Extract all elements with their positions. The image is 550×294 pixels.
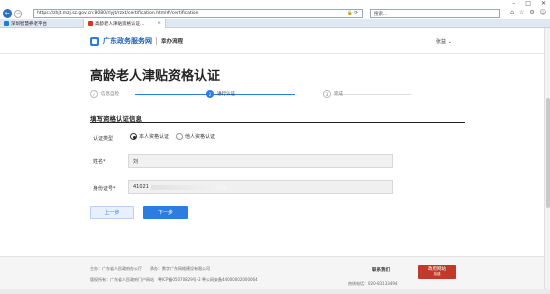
step-number: 2 bbox=[206, 90, 214, 98]
prev-step-button[interactable]: 上一步 bbox=[90, 206, 134, 219]
step-label: 进行认证 bbox=[217, 92, 235, 97]
search-placeholder: 搜索... bbox=[374, 11, 388, 17]
page-title: 高龄老人津贴资格认证 bbox=[90, 69, 221, 84]
tab-smart-elderly[interactable]: 深圳智慧养老平台 bbox=[0, 19, 84, 28]
cert-type-radio-group: 本人资格认证 他人资格认证 bbox=[130, 133, 215, 140]
site-header: 广东政务服务网 幸办流程 张益 ⌄ bbox=[0, 28, 550, 54]
gov-error-report-badge[interactable]: 政府网站 找错 bbox=[418, 265, 456, 279]
step-3: 3 完成 bbox=[323, 90, 343, 98]
star-icon[interactable]: ☆ bbox=[519, 9, 524, 16]
step-2: 2 进行认证 bbox=[206, 90, 235, 98]
id-number-label: 身份证号* bbox=[93, 186, 116, 192]
window-titlebar: – □ ✕ bbox=[0, 0, 550, 8]
chevron-down-icon: ⌄ bbox=[447, 39, 452, 45]
maximize-button[interactable]: □ bbox=[525, 0, 531, 7]
redaction-mask bbox=[150, 184, 226, 190]
radio-self[interactable]: 本人资格认证 bbox=[130, 133, 169, 140]
minimize-button[interactable]: – bbox=[512, 0, 515, 7]
badge-sub: 找错 bbox=[433, 271, 441, 276]
tab-certification[interactable]: 高龄老人津贴资格认证... × bbox=[84, 19, 166, 28]
name-field[interactable]: 刘 bbox=[128, 154, 393, 168]
forward-button[interactable]: → bbox=[14, 9, 22, 18]
user-menu[interactable]: 张益 ⌄ bbox=[436, 38, 452, 45]
site-favicon-icon bbox=[4, 21, 9, 26]
step-1: ✓ 信息自检 bbox=[90, 90, 119, 98]
back-button[interactable]: ← bbox=[3, 9, 12, 18]
close-window-button[interactable]: ✕ bbox=[541, 0, 546, 7]
progress-steps: ✓ 信息自检 2 进行认证 3 完成 bbox=[90, 90, 411, 100]
page-scrollbar[interactable] bbox=[544, 28, 550, 294]
check-icon: ✓ bbox=[90, 90, 98, 98]
logo-divider bbox=[156, 37, 157, 45]
step-number: 3 bbox=[323, 90, 331, 98]
smile-icon[interactable]: ☺ bbox=[540, 9, 546, 16]
name-label: 姓名* bbox=[93, 159, 106, 165]
radio-checked-icon bbox=[130, 133, 137, 140]
user-name: 张益 bbox=[436, 39, 447, 45]
section-divider bbox=[90, 122, 465, 123]
logo-icon bbox=[90, 36, 99, 46]
scrollbar-thumb[interactable] bbox=[546, 98, 550, 208]
address-text: https://zhjt.mzj.sz.gov.cn:8080/rlyjt/rz… bbox=[37, 11, 199, 16]
step-label: 完成 bbox=[334, 92, 343, 97]
close-tab-icon[interactable]: × bbox=[157, 21, 161, 26]
search-input[interactable]: 搜索... bbox=[370, 9, 500, 18]
hotline: 热线电话：020-83133494 bbox=[348, 281, 398, 286]
tab-label: 深圳智慧养老平台 bbox=[11, 21, 47, 27]
step-label: 信息自检 bbox=[101, 92, 119, 97]
step-line-todo bbox=[333, 94, 411, 95]
footer-sponsor: 主办：广东省人民政府办公厅 承办：数字广东网络建设有限公司 bbox=[90, 266, 210, 271]
site-logo[interactable]: 广东政务服务网 幸办流程 bbox=[90, 36, 183, 46]
site-favicon-icon bbox=[88, 21, 93, 26]
address-row: ← → https://zhjt.mzj.sz.gov.cn:8080/rlyj… bbox=[0, 8, 550, 19]
brand-name: 广东政务服务网 bbox=[103, 37, 152, 45]
name-value: 刘 bbox=[133, 158, 139, 165]
footer-copyright: 版权所有：广东省人民政府门户网站 粤ICP备05070829号-2 粤公网安备4… bbox=[90, 277, 258, 282]
gear-icon[interactable]: ⚙ bbox=[529, 9, 534, 16]
address-bar[interactable]: https://zhjt.mzj.sz.gov.cn:8080/rlyjt/rz… bbox=[33, 9, 363, 18]
radio-other[interactable]: 他人资格认证 bbox=[176, 133, 215, 140]
tab-strip: 深圳智慧养老平台 高龄老人津贴资格认证... × bbox=[0, 19, 550, 28]
window-controls: – □ ✕ bbox=[512, 0, 546, 7]
radio-unchecked-icon bbox=[176, 133, 184, 140]
next-step-button[interactable]: 下一步 bbox=[143, 206, 188, 219]
id-number-value: 41021 bbox=[133, 184, 149, 190]
contact-link[interactable]: 联系我们 bbox=[372, 267, 390, 273]
radio-label: 他人资格认证 bbox=[185, 134, 216, 140]
cert-type-label: 认证类型 bbox=[93, 136, 114, 142]
radio-label: 本人资格认证 bbox=[139, 134, 170, 140]
home-icon[interactable]: ⌂ bbox=[510, 9, 514, 16]
lock-refresh-icons[interactable]: 🔒 ⟳ bbox=[347, 11, 358, 16]
horizontal-scrollbar[interactable] bbox=[0, 289, 550, 294]
tab-label: 高龄老人津贴资格认证... bbox=[95, 21, 145, 27]
id-number-field[interactable]: 41021 bbox=[128, 180, 393, 194]
toolbar-icons: ⌂ ☆ ⚙ ☺ bbox=[510, 9, 546, 16]
brand-subtitle: 幸办流程 bbox=[161, 39, 184, 45]
